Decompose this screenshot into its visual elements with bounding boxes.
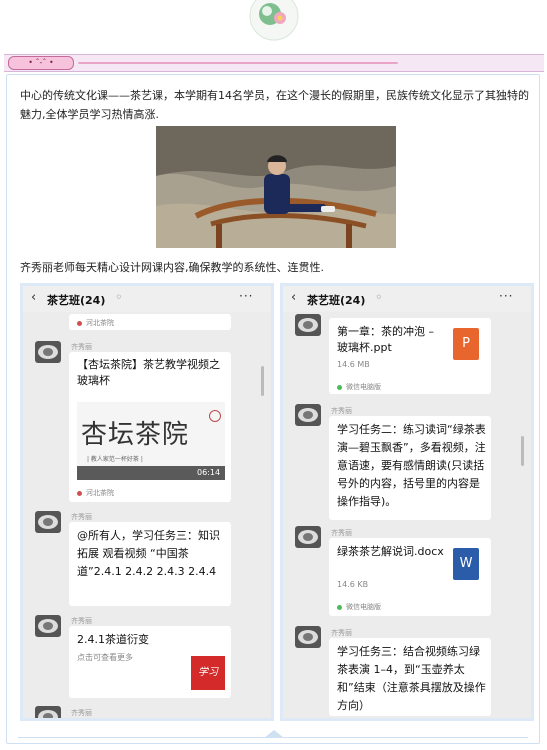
mute-icon: ⚪ [375,293,383,303]
avatar[interactable] [35,511,61,533]
more-options-icon[interactable]: ··· [499,289,513,303]
file-size: 14.6 KB [337,580,369,589]
sender-name: 齐秀丽 [331,529,352,537]
wechat-pc-icon [337,604,342,610]
intro-paragraph: 中心的传统文化课——茶艺课，本学期有14名学员，在这个漫长的假期里，民族传统文化… [20,89,529,121]
file-name: 绿茶茶艺解说词.docx [337,545,444,558]
scrollbar[interactable] [261,366,264,396]
section-header-tag: • ˆ-ˆ • [8,56,74,70]
sender-name: 齐秀丽 [71,709,92,717]
file-size: 14.6 MB [337,360,370,369]
left-chat-screenshot: ‹ 茶艺班(24) ⚪ ··· 河北茶院 齐秀丽 【杏坛茶院】茶艺教学视频之玻璃… [20,283,274,721]
right-chat-screenshot: ‹ 茶艺班(24) ⚪ ··· 第一章：茶的冲泡 – 玻璃杯.ppt 14.6 … [280,283,534,721]
video-subtitle: | 教人家范一杯好茶 | [87,456,143,463]
avatar[interactable] [35,341,61,363]
sender-name: 齐秀丽 [331,629,352,637]
file-source: 微信电脑版 [346,603,381,611]
wechat-pc-icon [337,384,342,390]
file-name: 第一章：茶的冲泡 – 玻璃杯.ppt [337,325,434,354]
sender-name: 齐秀丽 [71,513,92,521]
video-title: 杏坛茶院 [81,420,190,450]
message-text: 学习任务三：结合视频练习绿茶表演 1–4，到“玉壶养太和”结束（注意茶具摆放及操… [337,645,486,712]
tea-logo-icon [249,0,299,41]
avatar[interactable] [295,404,321,426]
message-text: @所有人，学习任务三：知识拓展 观看视频 “中国茶道”2.4.1 2.4.2 2… [77,529,220,578]
video-duration: 06:14 [197,468,221,477]
video-message-card[interactable]: 【杏坛茶院】茶艺教学视频之玻璃杯 杏坛茶院 | 教人家范一杯好茶 | 06:14… [69,352,231,502]
avatar[interactable] [295,314,321,336]
file-source-bubble[interactable]: 河北茶院 [69,314,231,330]
mute-icon: ⚪ [115,293,123,303]
seal-icon [209,410,221,422]
ppt-file-card[interactable]: 第一章：茶的冲泡 – 玻璃杯.ppt 14.6 MB P 微信电脑版 [329,318,491,394]
text-message-bubble[interactable]: 学习任务三：结合视频练习绿茶表演 1–4，到“玉壶养太和”结束（注意茶具摆放及操… [329,638,491,716]
chat-title: 茶艺班(24) [47,294,106,307]
header-divider [78,62,398,64]
avatar[interactable] [35,615,61,637]
video-source: 河北茶院 [86,489,114,497]
avatar[interactable] [295,626,321,648]
scrollbar[interactable] [521,436,524,466]
docx-file-icon: W [453,548,479,580]
source-icon [77,490,82,496]
link-thumbnail: 学习 [191,656,225,690]
avatar[interactable] [35,706,61,718]
back-chevron-icon[interactable]: ‹ [291,290,296,305]
description-paragraph: 齐秀丽老师每天精心设计网课内容,确保教学的系统性、连贯性. [20,261,324,274]
chat-title: 茶艺班(24) [307,294,366,307]
message-text: 学习任务二：练习读词“绿茶表演—碧玉飘香”，多看视频，注意语速，要有感情朗读(只… [337,423,486,508]
sender-name: 齐秀丽 [71,343,92,351]
link-title: 2.4.1茶道衍变 [77,633,149,646]
file-source: 微信电脑版 [346,383,381,391]
text-message-bubble[interactable]: @所有人，学习任务三：知识拓展 观看视频 “中国茶道”2.4.1 2.4.2 2… [69,522,231,606]
video-message-text: 【杏坛茶院】茶艺教学视频之玻璃杯 [77,358,220,387]
sender-name: 齐秀丽 [71,617,92,625]
more-options-icon[interactable]: ··· [239,289,253,303]
sender-name: 齐秀丽 [331,407,352,415]
avatar[interactable] [295,526,321,548]
back-chevron-icon[interactable]: ‹ [31,290,36,305]
source-icon [77,320,82,326]
text-message-bubble[interactable]: 学习任务二：练习读词“绿茶表演—碧玉飘香”，多看视频，注意语速，要有感情朗读(只… [329,416,491,520]
video-thumbnail[interactable]: 杏坛茶院 | 教人家范一杯好茶 | 06:14 [77,402,225,480]
docx-file-card[interactable]: 绿茶茶艺解说词.docx 14.6 KB W 微信电脑版 [329,538,491,616]
teacher-photo [156,126,396,248]
link-message-card[interactable]: 2.4.1茶道衍变 点击可查看更多 学习 [69,626,231,698]
ppt-file-icon: P [453,328,479,360]
bottom-arrow-icon [264,730,284,738]
link-subtitle: 点击可查看更多 [77,653,133,662]
